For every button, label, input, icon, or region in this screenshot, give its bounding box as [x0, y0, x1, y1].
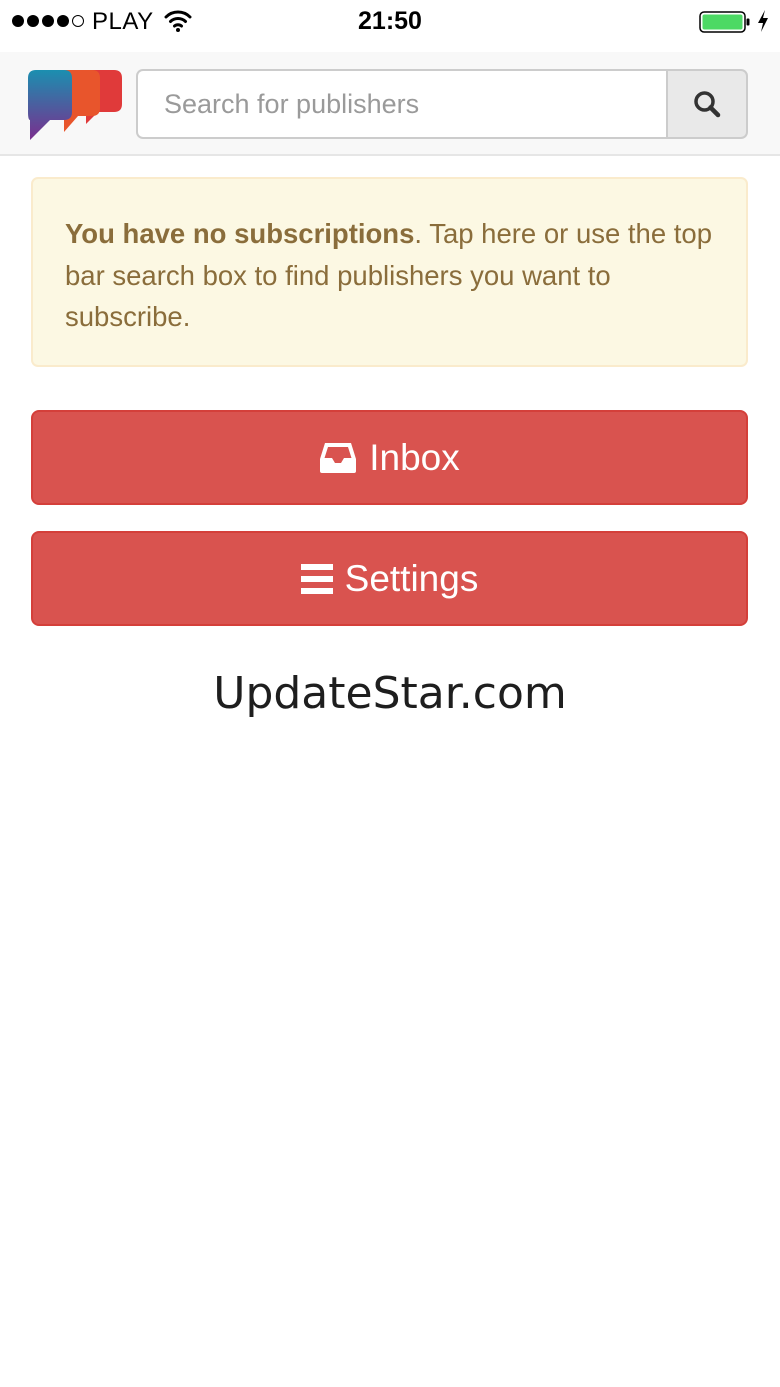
top-bar — [0, 52, 780, 156]
inbox-button[interactable]: Inbox — [31, 410, 748, 505]
no-subscriptions-alert[interactable]: You have no subscriptions. Tap here or u… — [31, 177, 748, 367]
search-button[interactable] — [666, 69, 748, 139]
settings-button[interactable]: Settings — [31, 531, 748, 626]
publisher-search-input[interactable] — [136, 69, 667, 139]
app-screen: PLAY 21:50 Search for publishers You hav… — [0, 0, 780, 1387]
charging-bolt-icon — [758, 10, 768, 32]
app-logo-icon[interactable] — [28, 68, 124, 142]
settings-button-label: Settings — [344, 557, 479, 599]
menu-icon — [300, 563, 333, 595]
status-bar: PLAY 21:50 — [0, 0, 780, 44]
watermark-text: UpdateStar.com — [213, 668, 567, 719]
battery-icon — [699, 11, 750, 33]
search-icon — [694, 91, 721, 118]
alert-bold-text: You have no subscriptions — [65, 218, 415, 249]
inbox-icon — [319, 442, 357, 474]
inbox-button-label: Inbox — [369, 436, 460, 478]
clock: 21:50 — [358, 7, 422, 35]
